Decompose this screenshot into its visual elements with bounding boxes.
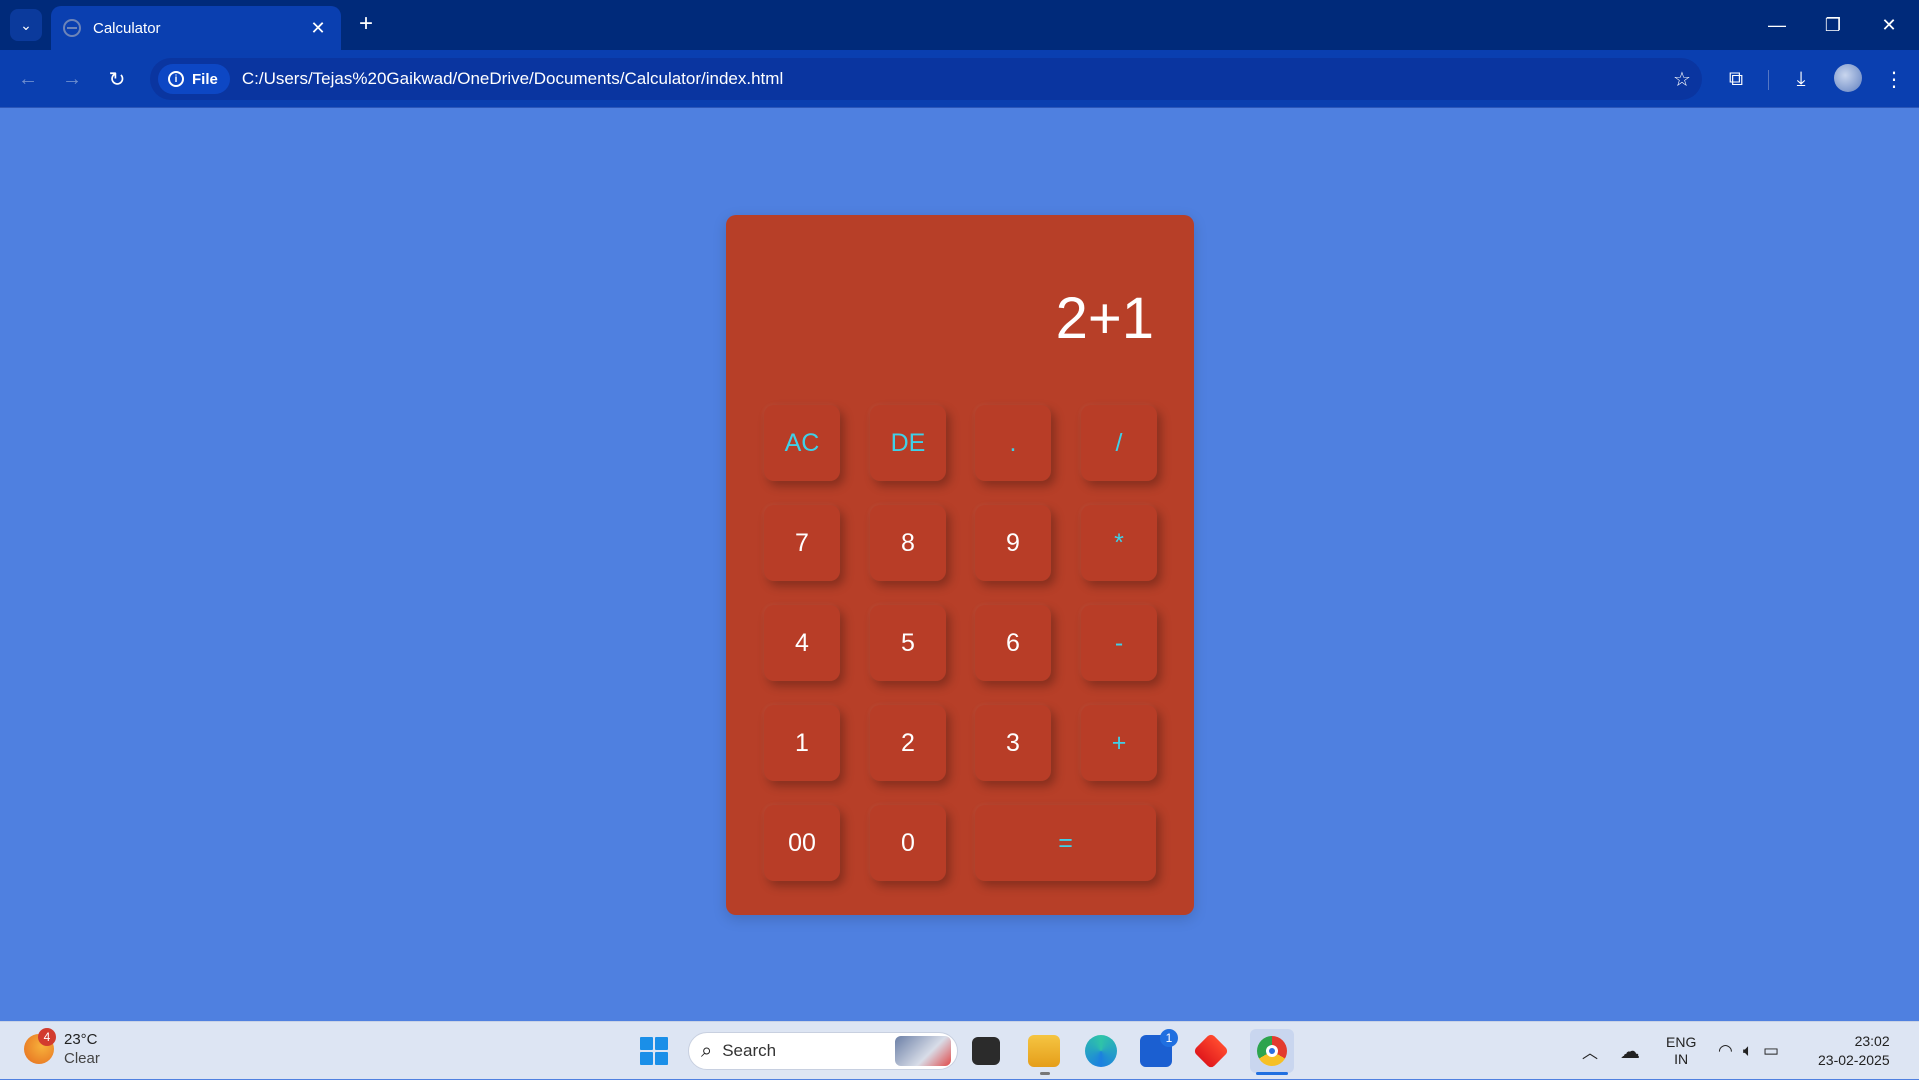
key-divide[interactable]: / <box>1081 405 1157 481</box>
site-info-chip[interactable]: i File <box>158 64 230 94</box>
bookmark-star-icon[interactable]: ☆ <box>1662 67 1702 92</box>
chevron-down-icon: ⌄ <box>20 16 32 33</box>
key-1[interactable]: 1 <box>764 705 840 781</box>
taskbar-search[interactable]: ⌕ Search <box>688 1032 958 1070</box>
start-button[interactable] <box>640 1037 668 1065</box>
minimize-button[interactable]: — <box>1749 0 1805 50</box>
tab-close-button[interactable]: ✕ <box>307 18 329 39</box>
language-indicator[interactable]: ENG IN <box>1666 1022 1696 1080</box>
forward-button[interactable]: → <box>56 63 88 95</box>
search-icon: ⌕ <box>701 1039 713 1062</box>
site-chip-label: File <box>192 70 218 88</box>
tab-title: Calculator <box>93 19 161 37</box>
weather-badge: 4 <box>38 1028 56 1046</box>
url-text[interactable]: C:/Users/Tejas%20Gaikwad/OneDrive/Docume… <box>242 69 1662 89</box>
wifi-icon: ◠ <box>1718 1041 1733 1060</box>
close-icon: ✕ <box>1881 14 1897 35</box>
chrome-running-indicator <box>1256 1072 1288 1075</box>
network-volume-battery[interactable]: ◠ 🔈︎ ▭ <box>1718 1022 1779 1080</box>
clock-time: 23:02 <box>1854 1033 1890 1049</box>
new-tab-button[interactable]: + <box>352 10 380 38</box>
anydesk-icon[interactable] <box>1192 1032 1230 1070</box>
store-badge: 1 <box>1160 1029 1178 1047</box>
weather-moon-icon: 4 <box>24 1028 56 1064</box>
profile-avatar[interactable] <box>1834 64 1862 92</box>
toolbar-divider <box>1768 70 1769 90</box>
puzzle-icon: ⧉ <box>1728 67 1744 90</box>
cloud-icon: ☁ <box>1620 1040 1640 1063</box>
key-5[interactable]: 5 <box>870 605 946 681</box>
key-9[interactable]: 9 <box>975 505 1051 581</box>
key-ac[interactable]: AC <box>764 405 840 481</box>
chrome-icon <box>1257 1036 1287 1066</box>
key-plus[interactable]: + <box>1081 705 1157 781</box>
reload-icon: ↻ <box>108 68 126 91</box>
minimize-icon: — <box>1768 14 1786 35</box>
restore-icon: ❐ <box>1824 14 1842 35</box>
key-2[interactable]: 2 <box>870 705 946 781</box>
clock-date: 23-02-2025 <box>1818 1052 1890 1068</box>
key-dot[interactable]: . <box>975 405 1051 481</box>
browser-menu-button[interactable]: ⋮ <box>1878 63 1910 95</box>
file-explorer-icon[interactable] <box>1028 1035 1060 1067</box>
show-hidden-icons-button[interactable]: ︿ <box>1582 1022 1598 1080</box>
arrow-left-icon: ← <box>18 67 38 90</box>
address-bar[interactable]: i File C:/Users/Tejas%20Gaikwad/OneDrive… <box>150 58 1702 100</box>
microsoft-store-icon[interactable]: 1 <box>1140 1029 1178 1067</box>
volume-icon: 🔈︎ <box>1742 1041 1754 1060</box>
file-explorer-running-indicator <box>1040 1072 1050 1075</box>
battery-icon: ▭ <box>1763 1041 1780 1060</box>
key-6[interactable]: 6 <box>975 605 1051 681</box>
more-vertical-icon: ⋮ <box>1884 68 1904 91</box>
onedrive-tray-icon[interactable]: ☁ <box>1620 1022 1640 1080</box>
chevron-up-icon: ︿ <box>1582 1045 1599 1062</box>
search-label: Search <box>722 1041 777 1060</box>
search-highlight-image <box>895 1036 951 1066</box>
weather-condition: Clear <box>64 1050 100 1067</box>
chrome-active-tile[interactable] <box>1250 1029 1294 1073</box>
extensions-button[interactable]: ⧉ <box>1720 63 1752 95</box>
key-minus[interactable]: - <box>1081 605 1157 681</box>
tab-search-button[interactable]: ⌄ <box>10 9 42 41</box>
globe-icon <box>63 19 81 37</box>
back-button[interactable]: ← <box>12 63 44 95</box>
download-icon: ⤓ <box>1796 67 1806 90</box>
key-00[interactable]: 00 <box>764 805 840 881</box>
language-region: IN <box>1674 1051 1689 1067</box>
key-3[interactable]: 3 <box>975 705 1051 781</box>
key-8[interactable]: 8 <box>870 505 946 581</box>
key-multiply[interactable]: * <box>1081 505 1157 581</box>
key-7[interactable]: 7 <box>764 505 840 581</box>
weather-widget[interactable]: 4 23°C Clear <box>24 1028 100 1068</box>
taskbar: 4 23°C Clear ⌕ Search 1 ︿ ☁ ENG IN ◠ 🔈︎ … <box>0 1021 1919 1079</box>
key-0[interactable]: 0 <box>870 805 946 881</box>
arrow-right-icon: → <box>62 67 82 90</box>
key-de[interactable]: DE <box>870 405 946 481</box>
calculator-display: 2+1 <box>1055 286 1154 351</box>
task-view-icon[interactable] <box>972 1037 1000 1065</box>
browser-tab-bar: ⌄ Calculator ✕ + — ❐ ✕ <box>0 0 1919 50</box>
clock[interactable]: 23:02 23-02-2025 <box>1818 1022 1890 1080</box>
browser-toolbar: ← → ↻ i File C:/Users/Tejas%20Gaikwad/On… <box>0 50 1919 108</box>
info-icon: i <box>168 71 184 87</box>
reload-button[interactable]: ↻ <box>101 63 133 95</box>
edge-browser-icon[interactable] <box>1085 1035 1117 1067</box>
weather-temperature: 23°C <box>64 1031 98 1048</box>
key-4[interactable]: 4 <box>764 605 840 681</box>
language-code: ENG <box>1666 1034 1697 1050</box>
browser-tab-calculator[interactable]: Calculator ✕ <box>51 6 341 50</box>
close-window-button[interactable]: ✕ <box>1861 0 1917 50</box>
downloads-button[interactable]: ⤓ <box>1785 63 1817 95</box>
key-equals[interactable]: = <box>975 805 1156 881</box>
calculator: 2+1 AC DE./7 8 9 * 4 5 6-1 2 3 +00 0 = <box>726 215 1194 915</box>
restore-button[interactable]: ❐ <box>1805 0 1861 50</box>
